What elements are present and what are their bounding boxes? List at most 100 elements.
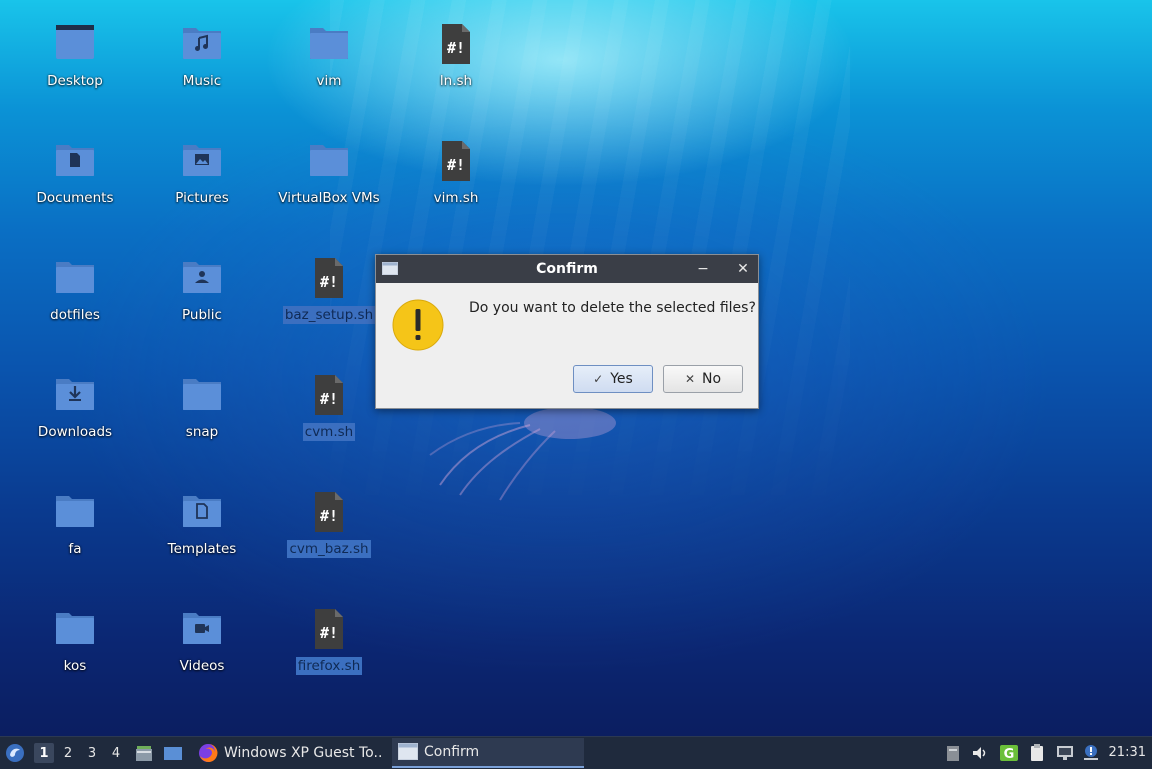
clock[interactable]: 21:31	[1109, 737, 1146, 769]
desktop-icon-label: Pictures	[175, 190, 229, 206]
workspace-1[interactable]: 1	[34, 743, 54, 763]
desktop-icon-label: vim	[316, 73, 342, 89]
folder-icon	[307, 22, 351, 66]
minimize-button[interactable]: −	[694, 260, 712, 278]
desktop-icon-label: Public	[182, 307, 222, 323]
file-manager-icon[interactable]	[134, 743, 154, 763]
pictures-folder-icon	[180, 139, 224, 183]
desktop-icon[interactable]: dotfiles	[15, 252, 135, 352]
desktop-icon[interactable]: Desktop	[15, 18, 135, 118]
taskbar-task[interactable]: Confirm	[392, 738, 584, 768]
workspace-4[interactable]: 4	[106, 743, 126, 763]
folder-icon	[53, 607, 97, 651]
taskbar-task-label: Windows XP Guest To...	[224, 745, 382, 761]
svg-text:#!: #!	[320, 390, 338, 408]
desktop-icon-label: firefox.sh	[295, 657, 363, 675]
downloads-folder-icon	[53, 373, 97, 417]
wallpaper-jellyfish	[429, 407, 616, 501]
folder-icon	[53, 490, 97, 534]
volume-icon[interactable]	[970, 743, 990, 763]
desktop-icon[interactable]: #! vim.sh	[396, 135, 516, 235]
desktop-icon-label: ln.sh	[439, 73, 473, 89]
desktop-icon[interactable]: VirtualBox VMs	[269, 135, 389, 235]
desktop-icon[interactable]: Documents	[15, 135, 135, 235]
workspace-2[interactable]: 2	[58, 743, 78, 763]
desktop-icon[interactable]: kos	[15, 603, 135, 703]
window-icon	[398, 743, 418, 761]
firefox-icon	[198, 743, 218, 763]
script-file-icon: #!	[307, 256, 351, 300]
taskbar-task[interactable]: Windows XP Guest To...	[192, 738, 388, 768]
desktop-icon[interactable]: Public	[142, 252, 262, 352]
desktop-icon-label: snap	[185, 424, 219, 440]
desktop-icon[interactable]: Pictures	[142, 135, 262, 235]
script-file-icon: #!	[307, 373, 351, 417]
desktop-icon[interactable]: #! firefox.sh	[269, 603, 389, 703]
desktop-icon[interactable]: Videos	[142, 603, 262, 703]
no-button[interactable]: ✕ No	[663, 365, 743, 393]
workspace-3[interactable]: 3	[82, 743, 102, 763]
desktop-icon[interactable]: #! baz_setup.sh	[269, 252, 389, 352]
yes-button-label: Yes	[610, 371, 633, 387]
notification-icon[interactable]	[1081, 743, 1101, 763]
desktop-icon-label: VirtualBox VMs	[278, 190, 380, 206]
documents-folder-icon	[53, 139, 97, 183]
desktop-icon[interactable]: #! cvm.sh	[269, 369, 389, 469]
folder-icon	[53, 256, 97, 300]
network-icon[interactable]	[1055, 743, 1075, 763]
svg-text:#!: #!	[447, 156, 465, 174]
desktop-folder-icon	[53, 22, 97, 66]
script-file-icon: #!	[307, 607, 351, 651]
show-desktop-icon[interactable]	[163, 743, 183, 763]
music-folder-icon	[180, 22, 224, 66]
guest-tools-icon[interactable]: G	[999, 743, 1019, 763]
templates-folder-icon	[180, 490, 224, 534]
close-icon: ✕	[684, 372, 695, 386]
warning-icon	[392, 299, 444, 351]
svg-text:#!: #!	[447, 39, 465, 57]
close-button[interactable]: ✕	[734, 260, 752, 278]
desktop-icon[interactable]: Templates	[142, 486, 262, 586]
desktop-icon-label: vim.sh	[433, 190, 479, 206]
dialog-titlebar[interactable]: Confirm − ✕	[376, 255, 758, 283]
desktop-icon-label: Desktop	[47, 73, 103, 89]
updates-icon[interactable]	[943, 743, 963, 763]
script-file-icon: #!	[434, 22, 478, 66]
desktop-icon[interactable]: Downloads	[15, 369, 135, 469]
svg-text:#!: #!	[320, 624, 338, 642]
desktop-icon[interactable]: Music	[142, 18, 262, 118]
taskbar: 1234 Windows XP Guest To... Confirm G 21…	[0, 736, 1152, 769]
yes-button[interactable]: ✓ Yes	[573, 365, 653, 393]
script-file-icon: #!	[307, 490, 351, 534]
desktop-icon-label: cvm_baz.sh	[287, 540, 371, 558]
checkmark-icon: ✓	[593, 372, 604, 386]
dialog-message: Do you want to delete the selected files…	[469, 300, 756, 316]
window-icon	[382, 262, 398, 275]
desktop-icon-label: Videos	[179, 658, 225, 674]
taskbar-task-label: Confirm	[424, 744, 480, 760]
desktop-icon[interactable]: fa	[15, 486, 135, 586]
desktop-icon-label: fa	[68, 541, 82, 557]
desktop-icon[interactable]: #! ln.sh	[396, 18, 516, 118]
desktop-icon-label: Documents	[36, 190, 114, 206]
public-folder-icon	[180, 256, 224, 300]
desktop-icon[interactable]: snap	[142, 369, 262, 469]
folder-icon	[307, 139, 351, 183]
desktop-icon-label: Music	[182, 73, 222, 89]
start-menu-icon[interactable]	[5, 743, 25, 763]
desktop-icon-label: kos	[63, 658, 87, 674]
desktop-icon-label: dotfiles	[50, 307, 100, 323]
svg-text:#!: #!	[320, 273, 338, 291]
svg-text:#!: #!	[320, 507, 338, 525]
videos-folder-icon	[180, 607, 224, 651]
desktop-icon-label: baz_setup.sh	[282, 306, 376, 324]
desktop-icon[interactable]: #! cvm_baz.sh	[269, 486, 389, 586]
desktop-icon[interactable]: vim	[269, 18, 389, 118]
svg-text:G: G	[1004, 747, 1015, 762]
clipboard-icon[interactable]	[1027, 743, 1047, 763]
desktop-icon-label: Templates	[167, 541, 237, 557]
folder-icon	[180, 373, 224, 417]
desktop-icon-label: Downloads	[37, 424, 113, 440]
dialog-title: Confirm	[536, 261, 598, 277]
desktop-icon-label: cvm.sh	[302, 423, 356, 441]
